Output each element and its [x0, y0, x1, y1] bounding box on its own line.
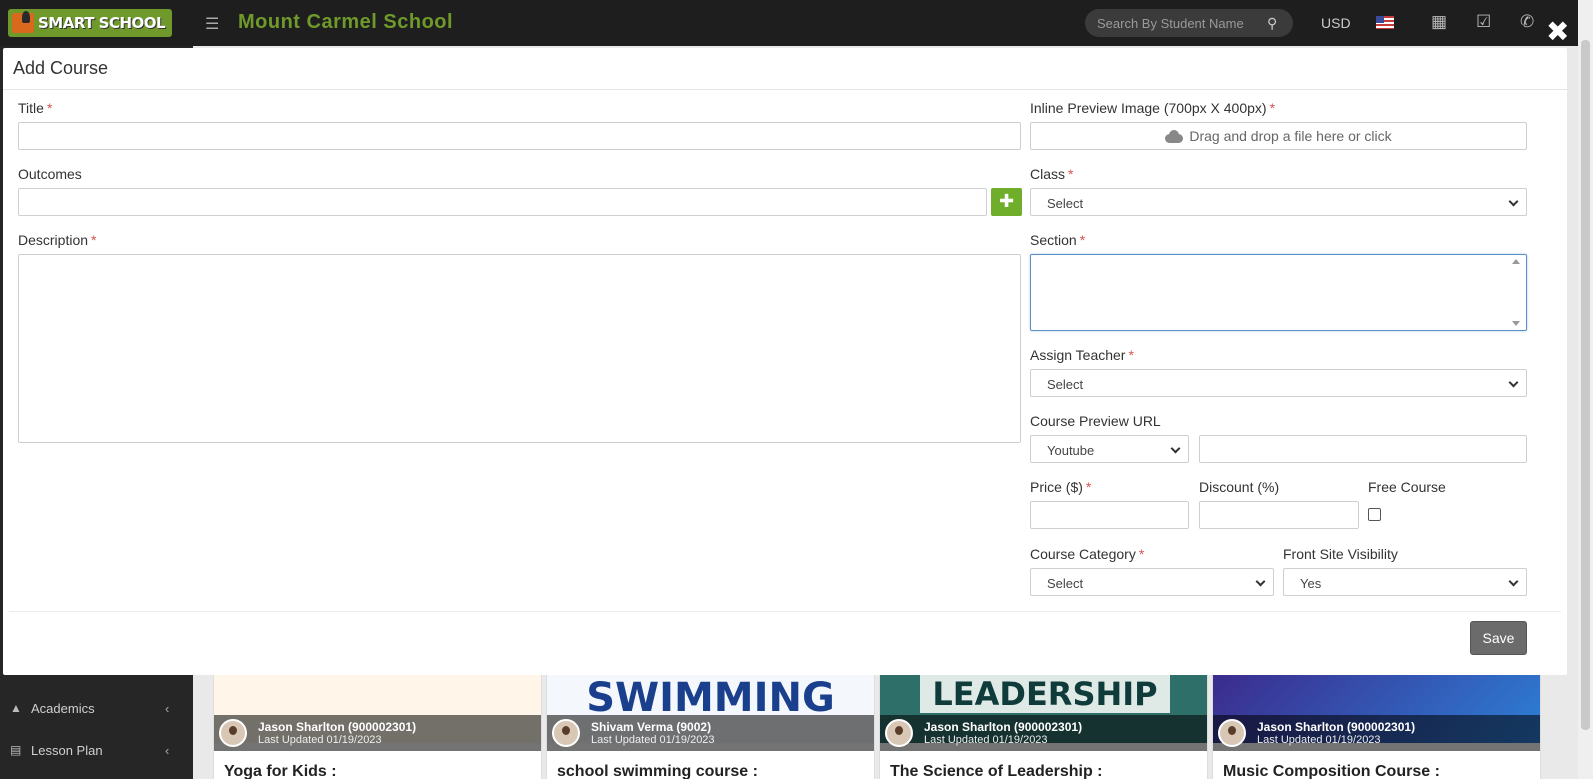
- preview-provider-value: Youtube: [1047, 443, 1095, 458]
- description-textarea[interactable]: [18, 254, 1021, 443]
- course-title[interactable]: The Science of Leadership :: [890, 763, 1103, 779]
- course-card[interactable]: Jason Sharlton (900002301) Last Updated …: [1212, 668, 1541, 779]
- last-updated: Last Updated 01/19/2023: [924, 734, 1048, 746]
- section-multiselect[interactable]: [1030, 254, 1527, 331]
- teacher-name: Jason Sharlton (900002301): [258, 720, 417, 734]
- course-card[interactable]: SWIMMING Shivam Verma (9002) Last Update…: [546, 668, 875, 779]
- discount-label: Discount (%): [1199, 479, 1280, 495]
- top-navbar: SMART SCHOOL ☰ Mount Carmel School ⚲ USD…: [0, 0, 1593, 46]
- discount-input[interactable]: [1199, 501, 1359, 529]
- teacher-avatar: [885, 719, 913, 747]
- assign-teacher-select[interactable]: Select: [1030, 369, 1527, 397]
- add-outcome-button[interactable]: ✚: [991, 188, 1022, 216]
- mortarboard-icon: ▲: [10, 701, 22, 715]
- currency-switcher[interactable]: USD: [1321, 15, 1351, 31]
- scroll-down-arrow-icon[interactable]: [1512, 321, 1520, 326]
- title-input[interactable]: [18, 122, 1021, 150]
- teacher-avatar: [552, 719, 580, 747]
- preview-image-dropzone[interactable]: Drag and drop a file here or click: [1030, 122, 1527, 150]
- sidebar-item-lesson-plan[interactable]: ▤ Lesson Plan ‹: [0, 736, 193, 766]
- app-logo[interactable]: SMART SCHOOL: [8, 9, 172, 37]
- preview-url-input[interactable]: [1199, 435, 1527, 463]
- dropzone-text: Drag and drop a file here or click: [1189, 128, 1392, 144]
- school-name: Mount Carmel School: [238, 11, 454, 33]
- teacher-avatar: [219, 719, 247, 747]
- list-icon: ▤: [10, 743, 22, 757]
- section-label: Section *: [1030, 232, 1086, 248]
- course-category-value: Select: [1047, 576, 1084, 591]
- chevron-down-icon: [1255, 576, 1266, 587]
- sidebar-item-academics[interactable]: ▲ Academics ‹: [0, 694, 193, 724]
- last-updated: Last Updated 01/19/2023: [1257, 734, 1381, 746]
- class-select[interactable]: Select: [1030, 188, 1527, 216]
- teacher-name: Jason Sharlton (900002301): [924, 720, 1083, 734]
- free-course-label: Free Course: [1368, 479, 1446, 495]
- modal-header: Add Course: [3, 48, 1567, 90]
- price-input[interactable]: [1030, 501, 1189, 529]
- chevron-left-icon: ‹: [165, 743, 170, 758]
- course-meta: Jason Sharlton (900002301) Last Updated …: [1213, 715, 1540, 751]
- chevron-down-icon: [1170, 443, 1181, 454]
- chevron-left-icon: ‹: [165, 701, 170, 716]
- chevron-down-icon: [1508, 576, 1519, 587]
- front-site-visibility-label: Front Site Visibility: [1283, 546, 1398, 562]
- free-course-checkbox[interactable]: [1368, 508, 1381, 521]
- course-meta: Jason Sharlton (900002301) Last Updated …: [880, 715, 1207, 751]
- modal-title: Add Course: [13, 58, 109, 78]
- course-category-label: Course Category *: [1030, 546, 1145, 562]
- description-label: Description *: [18, 232, 97, 248]
- course-card[interactable]: Jason Sharlton (900002301) Last Updated …: [213, 668, 542, 779]
- student-search-input[interactable]: [1097, 14, 1257, 32]
- student-search: ⚲: [1085, 9, 1293, 37]
- course-title[interactable]: Yoga for Kids :: [224, 763, 337, 779]
- price-label: Price ($) *: [1030, 479, 1092, 495]
- course-preview-url-label: Course Preview URL: [1030, 413, 1161, 429]
- teacher-name: Shivam Verma (9002): [591, 720, 712, 734]
- save-button[interactable]: Save: [1470, 621, 1527, 655]
- course-meta: Shivam Verma (9002) Last Updated 01/19/2…: [547, 715, 874, 751]
- sidebar-item-label: Academics: [31, 701, 95, 716]
- teacher-avatar: [1218, 719, 1246, 747]
- book-logo-icon: [8, 9, 38, 37]
- sidebar-item-label: Lesson Plan: [31, 743, 103, 758]
- outcomes-input[interactable]: [18, 188, 987, 216]
- hamburger-menu-icon[interactable]: ☰: [205, 14, 219, 34]
- page-scrollbar[interactable]: [1578, 0, 1593, 779]
- teacher-name: Jason Sharlton (900002301): [1257, 720, 1416, 734]
- last-updated: Last Updated 01/19/2023: [591, 734, 715, 746]
- add-course-modal: Add Course Title * Outcomes ✚ Description…: [3, 48, 1567, 675]
- scroll-up-arrow-icon[interactable]: [1512, 259, 1520, 264]
- chevron-down-icon: [1508, 196, 1519, 207]
- task-check-icon[interactable]: ☑: [1476, 12, 1491, 32]
- preview-provider-select[interactable]: Youtube: [1030, 435, 1189, 463]
- whatsapp-icon[interactable]: ✆: [1520, 12, 1534, 32]
- logo-text: SMART SCHOOL: [38, 14, 166, 32]
- course-category-select[interactable]: Select: [1030, 568, 1274, 596]
- course-meta: Jason Sharlton (900002301) Last Updated …: [214, 715, 541, 751]
- modal-footer-divider: [9, 611, 1561, 612]
- us-flag-icon[interactable]: [1376, 16, 1394, 29]
- course-title[interactable]: Music Composition Course :: [1223, 763, 1440, 779]
- class-label: Class *: [1030, 166, 1074, 182]
- assign-teacher-value: Select: [1047, 377, 1084, 392]
- calendar-icon[interactable]: ▦: [1431, 12, 1447, 32]
- search-icon[interactable]: ⚲: [1267, 15, 1277, 32]
- preview-image-label: Inline Preview Image (700px X 400px) *: [1030, 100, 1276, 116]
- front-site-visibility-value: Yes: [1300, 576, 1322, 591]
- course-title[interactable]: school swimming course :: [557, 763, 758, 779]
- chevron-down-icon: [1508, 377, 1519, 388]
- course-card[interactable]: LEADERSHIP Jason Sharlton (900002301) La…: [879, 668, 1208, 779]
- last-updated: Last Updated 01/19/2023: [258, 734, 382, 746]
- assign-teacher-label: Assign Teacher *: [1030, 347, 1134, 363]
- outcomes-label: Outcomes: [18, 166, 82, 182]
- cloud-upload-icon: [1165, 130, 1184, 143]
- class-select-value: Select: [1047, 196, 1084, 211]
- front-site-visibility-select[interactable]: Yes: [1283, 568, 1527, 596]
- title-label: Title *: [18, 100, 53, 116]
- close-modal-icon[interactable]: ✖: [1546, 18, 1569, 46]
